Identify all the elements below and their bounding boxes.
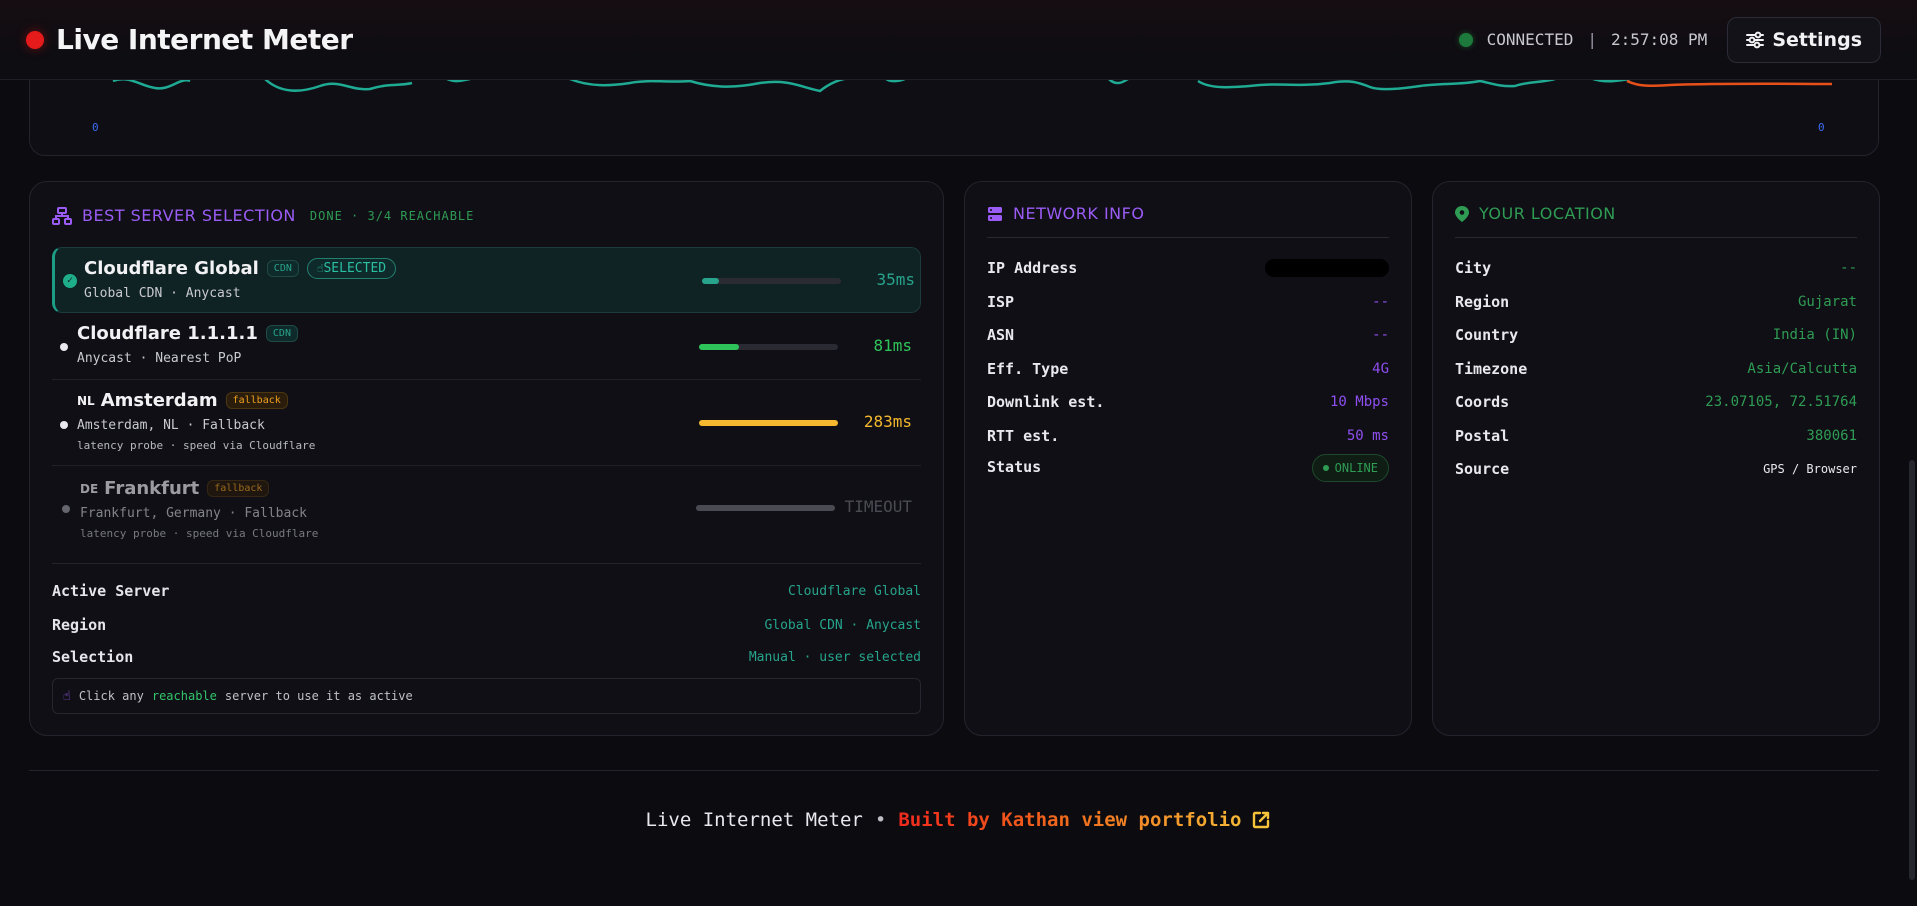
settings-button[interactable]: Settings [1727,16,1881,63]
server-bullet-icon [60,343,68,351]
detail-active-server: Active Server Cloudflare Global [52,582,921,600]
loc-row-country: Country India (IN) [1455,326,1857,344]
server-row-cloudflare-1111[interactable]: Cloudflare 1.1.1.1 CDN Anycast · Nearest… [52,313,921,380]
net-row-ip: IP Address [987,259,1389,277]
server-note: latency probe · speed via Cloudflare [77,439,316,452]
server-selection-panel: BEST SERVER SELECTION DONE · 3/4 REACHAB… [29,181,944,736]
footer-divider [29,770,1879,771]
latency-bar [702,278,841,284]
latency-value: TIMEOUT [844,497,912,516]
latency-bar-fill [699,420,838,426]
net-row-rtt: RTT est. 50 ms [987,427,1389,445]
server-bullet-icon [60,421,68,429]
server-name: DE Frankfurt fallback [80,478,270,499]
loc-row-source: Source GPS / Browser [1455,460,1857,478]
server-row-frankfurt: DE Frankfurt fallback Frankfurt, Germany… [52,466,921,546]
server-row-cloudflare-global[interactable]: ✓ Cloudflare Global CDN ☝SELECTED Global… [52,247,921,313]
server-type-tag: CDN [265,325,298,342]
status-badge: ONLINE [1311,454,1389,482]
server-subtitle: Anycast · Nearest PoP [77,351,242,366]
online-dot-icon [1322,465,1329,471]
network-panel-title: NETWORK INFO [1013,204,1145,223]
server-bullet-icon [62,505,70,513]
active-server-details: Active Server Cloudflare Global Region G… [52,582,921,666]
net-row-eff-type: Eff. Type 4G [987,360,1389,378]
net-row-downlink: Downlink est. 10 Mbps [987,393,1389,411]
scrollbar-thumb[interactable] [1909,460,1915,880]
redacted-ip [1265,259,1389,277]
brand: Live Internet Meter [26,23,353,56]
loc-row-region: Region Gujarat [1455,293,1857,311]
server-probe-status: DONE · 3/4 REACHABLE [309,208,475,223]
latency-bar [696,505,835,511]
country-flag-nl: NL [77,393,95,408]
network-info-panel: NETWORK INFO IP Address ISP -- ASN -- Ef… [964,181,1412,736]
selected-badge: ☝SELECTED [306,258,397,279]
network-panel-header: NETWORK INFO [987,204,1389,238]
app-title: Live Internet Meter [56,23,353,56]
graph-right-axis-label: 0 [1818,121,1825,134]
top-bar: Live Internet Meter CONNECTED | 2:57:08 … [0,0,1917,80]
detail-selection: Selection Manual · user selected [52,648,921,666]
location-panel-header: YOUR LOCATION [1455,204,1857,238]
clock: 2:57:08 PM [1610,30,1708,49]
graph-left-axis-label: 0 [92,121,99,134]
footer-separator: • [874,809,887,831]
latency-value: 81ms [873,336,912,355]
header-status-group: CONNECTED | 2:57:08 PM Settings [1458,16,1881,63]
net-row-isp: ISP -- [987,293,1389,311]
latency-bar-fill [696,505,835,511]
loc-row-timezone: Timezone Asia/Calcutta [1455,360,1857,378]
net-row-status: Status ONLINE [987,454,1389,482]
footer: Live Internet Meter • Built by Kathan vi… [0,800,1917,840]
country-flag-de: DE [80,481,99,496]
connection-status: CONNECTED [1486,30,1574,49]
settings-label: Settings [1772,28,1862,51]
sitemap-icon [52,206,72,225]
connection-dot-icon [1458,32,1473,47]
server-subtitle: Global CDN · Anycast [84,286,241,301]
net-row-asn: ASN -- [987,326,1389,344]
server-note: latency probe · speed via Cloudflare [80,527,319,540]
loc-row-city: City -- [1455,259,1857,277]
server-panel-title: BEST SERVER SELECTION [82,206,296,225]
header-separator: | [1587,30,1597,49]
upload-series-line [1626,79,1833,88]
detail-region: Region Global CDN · Anycast [52,616,921,634]
server-panel-header: BEST SERVER SELECTION DONE · 3/4 REACHAB… [52,206,474,225]
latency-bar-fill [699,344,740,350]
selected-check-icon: ✓ [63,274,77,288]
sliders-icon [1746,31,1765,48]
latency-value: 283ms [863,412,912,431]
server-subtitle: Frankfurt, Germany · Fallback [80,506,307,521]
server-row-amsterdam[interactable]: NL Amsterdam fallback Amsterdam, NL · Fa… [52,380,921,466]
server-type-tag: CDN [266,260,299,277]
server-type-tag: fallback [207,480,270,497]
latency-bar [699,344,838,350]
map-pin-icon [1455,205,1469,222]
server-name: Cloudflare 1.1.1.1 CDN [77,323,298,344]
server-name: Cloudflare Global CDN ☝SELECTED [84,258,397,279]
selection-hint: ☝ Click any reachable server to use it a… [52,678,921,714]
pointer-icon: ☝ [63,688,71,704]
divider [52,563,921,564]
latency-bar [699,420,838,426]
location-panel: YOUR LOCATION City -- Region Gujarat Cou… [1432,181,1880,736]
footer-app-name: Live Internet Meter [645,809,863,831]
server-icon [988,206,1002,221]
latency-bar-fill [702,278,719,284]
server-name: NL Amsterdam fallback [77,390,288,411]
external-link-icon [1253,811,1270,829]
server-subtitle: Amsterdam, NL · Fallback [77,418,265,433]
live-indicator-icon [26,30,44,49]
loc-row-postal: Postal 380061 [1455,427,1857,445]
portfolio-link[interactable]: Built by Kathan view portfolio [898,809,1271,831]
location-panel-title: YOUR LOCATION [1479,204,1616,223]
latency-value: 35ms [876,270,915,289]
server-type-tag: fallback [225,392,288,409]
loc-row-coords: Coords 23.07105, 72.51764 [1455,393,1857,411]
